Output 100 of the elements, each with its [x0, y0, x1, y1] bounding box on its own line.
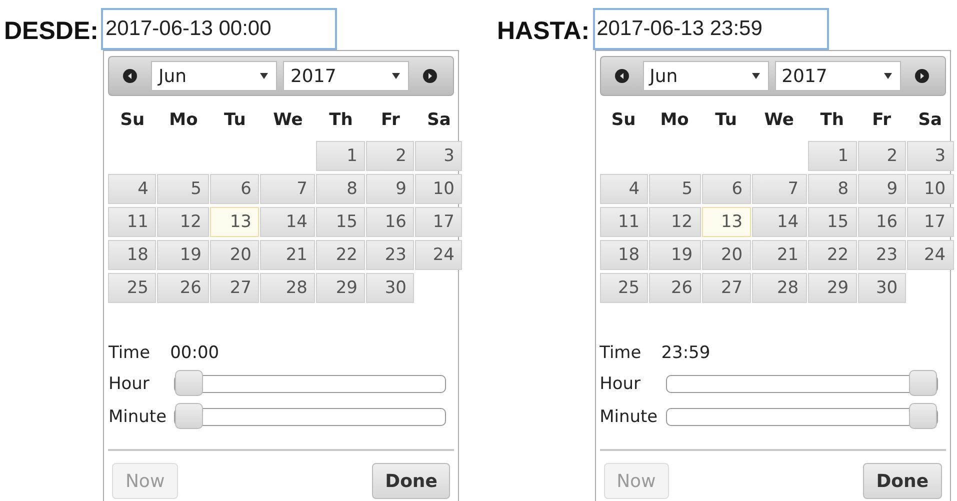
- calendar-day[interactable]: 5: [157, 174, 210, 204]
- weekday-header: Sa: [917, 109, 943, 132]
- next-icon[interactable]: [914, 69, 929, 83]
- calendar-day[interactable]: 26: [648, 273, 701, 303]
- next-icon[interactable]: [423, 69, 438, 83]
- month-select[interactable]: Jun: [642, 61, 769, 91]
- weekday-header: Mo: [168, 109, 199, 132]
- calendar-day[interactable]: 19: [648, 240, 701, 270]
- calendar-day[interactable]: 15: [808, 207, 857, 237]
- weekday-header: We: [272, 109, 304, 132]
- calendar-day[interactable]: 3: [906, 141, 954, 171]
- calendar-day[interactable]: 1: [316, 141, 366, 171]
- weekday-header: Sa: [426, 109, 452, 132]
- weekday-header: We: [763, 109, 795, 132]
- calendar-day[interactable]: 3: [415, 141, 462, 171]
- calendar-day[interactable]: 7: [752, 174, 807, 204]
- slider-thumb[interactable]: [175, 402, 204, 428]
- done-button[interactable]: Done: [863, 463, 942, 499]
- calendar-day[interactable]: 26: [157, 273, 210, 303]
- caret-icon: [752, 73, 760, 79]
- calendar-day[interactable]: 22: [316, 240, 366, 270]
- month-select[interactable]: Jun: [151, 61, 278, 91]
- time-value: 23:59: [661, 343, 710, 363]
- slider-thumb[interactable]: [908, 370, 937, 396]
- slider-label: Minute: [600, 406, 659, 426]
- calendar-day[interactable]: 24: [906, 240, 954, 270]
- calendar-day[interactable]: 1: [808, 141, 857, 171]
- calendar-day[interactable]: 11: [108, 207, 156, 237]
- calendar-day[interactable]: 20: [702, 240, 751, 270]
- calendar-day[interactable]: 6: [210, 174, 260, 204]
- calendar-day[interactable]: 12: [157, 207, 210, 237]
- field-label: DESDE:: [4, 16, 98, 47]
- calendar-day[interactable]: 2: [366, 141, 414, 171]
- calendar-day[interactable]: 19: [157, 240, 210, 270]
- calendar-day[interactable]: 27: [210, 273, 260, 303]
- calendar-day[interactable]: 7: [260, 174, 316, 204]
- calendar-day[interactable]: 2: [858, 141, 906, 171]
- caret-icon: [392, 73, 400, 79]
- calendar-day[interactable]: 25: [600, 273, 648, 303]
- caret-icon: [884, 73, 892, 79]
- calendar-day[interactable]: 11: [600, 207, 648, 237]
- slider-label: Hour: [108, 374, 150, 394]
- field-label: HASTA:: [497, 16, 590, 47]
- calendar-day[interactable]: 9: [366, 174, 414, 204]
- calendar-day[interactable]: 25: [108, 273, 156, 303]
- calendar-day[interactable]: 14: [752, 207, 807, 237]
- calendar-day[interactable]: 10: [906, 174, 954, 204]
- calendar-day[interactable]: 10: [415, 174, 462, 204]
- weekday-header: Th: [328, 109, 354, 132]
- weekday-header: Mo: [659, 109, 690, 132]
- slider-label: Hour: [600, 374, 642, 394]
- calendar-day[interactable]: 28: [752, 273, 807, 303]
- time-value: 00:00: [170, 343, 220, 363]
- time-label: Time: [108, 343, 150, 363]
- calendar-day[interactable]: 17: [906, 207, 954, 237]
- calendar-day[interactable]: 29: [808, 273, 857, 303]
- calendar-day[interactable]: 15: [316, 207, 366, 237]
- date-time-field[interactable]: 2017-06-13 23:59: [592, 8, 829, 50]
- calendar-day[interactable]: 23: [858, 240, 906, 270]
- done-button[interactable]: Done: [372, 463, 450, 499]
- calendar-day[interactable]: 27: [702, 273, 751, 303]
- time-label: Time: [600, 343, 642, 363]
- calendar-day[interactable]: 28: [260, 273, 316, 303]
- calendar-day[interactable]: 18: [600, 240, 648, 270]
- calendar-day[interactable]: 17: [415, 207, 462, 237]
- calendar-day[interactable]: 8: [808, 174, 857, 204]
- calendar-day[interactable]: 24: [415, 240, 462, 270]
- calendar-day[interactable]: 18: [108, 240, 156, 270]
- calendar-day[interactable]: 29: [316, 273, 366, 303]
- weekday-header: Tu: [714, 109, 738, 132]
- calendar-day[interactable]: 6: [702, 174, 751, 204]
- weekday-header: Su: [119, 109, 146, 132]
- calendar-day[interactable]: 4: [600, 174, 648, 204]
- previous-icon[interactable]: [614, 69, 629, 83]
- date-time-field[interactable]: 2017-06-13 00:00: [101, 8, 338, 50]
- calendar-day[interactable]: 21: [752, 240, 807, 270]
- year-select[interactable]: 2017: [774, 61, 901, 91]
- weekday-header: Th: [819, 109, 845, 132]
- weekday-header: Su: [610, 109, 637, 132]
- calendar-day[interactable]: 23: [366, 240, 414, 270]
- calendar-day[interactable]: 13: [210, 207, 260, 237]
- previous-icon[interactable]: [123, 69, 138, 83]
- calendar-day[interactable]: 16: [366, 207, 414, 237]
- calendar-day[interactable]: 5: [648, 174, 701, 204]
- year-select[interactable]: 2017: [283, 61, 410, 91]
- caret-icon: [260, 73, 268, 79]
- calendar-day[interactable]: 30: [858, 273, 906, 303]
- calendar-day[interactable]: 20: [210, 240, 260, 270]
- slider-thumb[interactable]: [175, 370, 204, 396]
- calendar-day[interactable]: 16: [858, 207, 906, 237]
- calendar-day[interactable]: 12: [648, 207, 701, 237]
- calendar-day[interactable]: 30: [366, 273, 414, 303]
- calendar-day[interactable]: 21: [260, 240, 316, 270]
- calendar-day[interactable]: 4: [108, 174, 156, 204]
- calendar-day[interactable]: 13: [702, 207, 751, 237]
- calendar-day[interactable]: 9: [858, 174, 906, 204]
- calendar-day[interactable]: 14: [260, 207, 316, 237]
- calendar-day[interactable]: 8: [316, 174, 366, 204]
- calendar-day[interactable]: 22: [808, 240, 857, 270]
- slider-thumb[interactable]: [908, 402, 937, 428]
